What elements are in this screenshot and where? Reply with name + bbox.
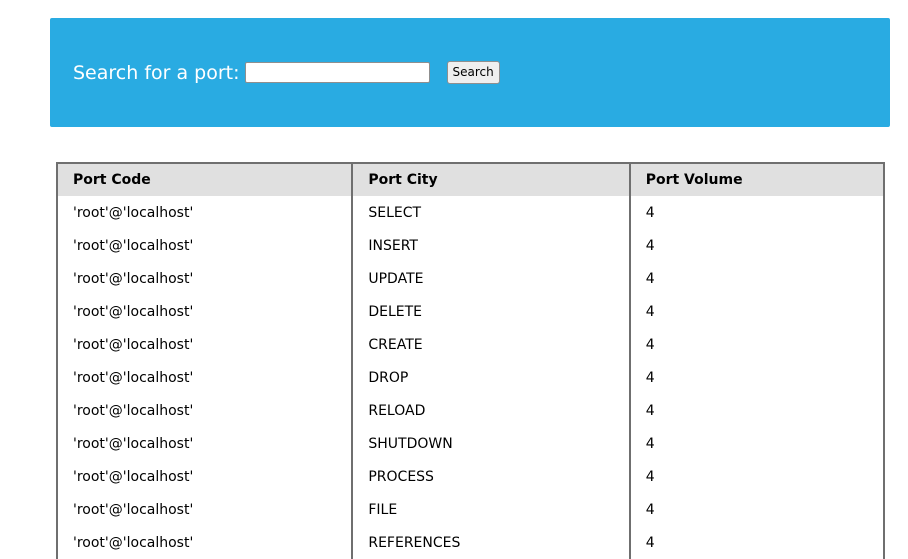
port-city-cell: REFERENCES [351,526,630,559]
port-city-cell: PROCESS [351,460,630,493]
port-city-cell: CREATE [351,328,630,361]
port-volume-cell: 4 [628,394,884,427]
column-header-port-city: Port City [351,163,630,196]
port-city-cell: FILE [351,493,630,526]
port-city-cell: DROP [351,361,630,394]
port-volume-cell: 4 [628,493,884,526]
table-row: 'root'@'localhost' CREATE 4 [57,328,884,361]
search-label: Search for a port: [73,61,240,84]
port-code-cell: 'root'@'localhost' [73,336,194,353]
port-city-cell: UPDATE [351,262,630,295]
port-volume-cell: 4 [628,427,884,460]
port-volume-cell: 4 [628,295,884,328]
table-row: 'root'@'localhost' PROCESS 4 [57,460,884,493]
port-code-cell: 'root'@'localhost' [73,270,194,287]
port-volume-cell: 4 [628,460,884,493]
port-code-cell: 'root'@'localhost' [73,534,194,551]
ports-table: Port Code Port City Port Volume 'root'@'… [56,162,885,559]
search-input[interactable] [244,62,430,83]
port-code-cell: 'root'@'localhost' [73,303,194,320]
port-code-cell: 'root'@'localhost' [73,204,194,221]
table-row: 'root'@'localhost' INSERT 4 [57,229,884,262]
table-row: 'root'@'localhost' SELECT 4 [57,196,884,229]
search-button[interactable]: Search [446,61,500,84]
port-code-cell: 'root'@'localhost' [73,402,194,419]
port-code-cell: 'root'@'localhost' [73,468,194,485]
port-code-cell: 'root'@'localhost' [73,435,194,452]
port-city-cell: INSERT [351,229,630,262]
table-row: 'root'@'localhost' DROP 4 [57,361,884,394]
port-city-cell: SHUTDOWN [351,427,630,460]
column-header-port-volume: Port Volume [628,163,884,196]
table-row: 'root'@'localhost' SHUTDOWN 4 [57,427,884,460]
table-row: 'root'@'localhost' UPDATE 4 [57,262,884,295]
port-city-cell: DELETE [351,295,630,328]
table-row: 'root'@'localhost' DELETE 4 [57,295,884,328]
port-city-cell: SELECT [351,196,630,229]
port-code-cell: 'root'@'localhost' [73,369,194,386]
search-banner: Search for a port: Search [50,18,890,127]
port-volume-cell: 4 [628,328,884,361]
port-volume-cell: 4 [628,196,884,229]
port-volume-cell: 4 [628,526,884,559]
port-volume-cell: 4 [628,262,884,295]
table-header-row: Port Code Port City Port Volume [57,163,884,196]
port-city-cell: RELOAD [351,394,630,427]
port-code-cell: 'root'@'localhost' [73,237,194,254]
column-header-port-code: Port Code [57,163,353,196]
port-volume-cell: 4 [628,229,884,262]
port-code-cell: 'root'@'localhost' [73,501,194,518]
table-row: 'root'@'localhost' FILE 4 [57,493,884,526]
search-form: Search for a port: Search [73,61,500,84]
table-row: 'root'@'localhost' REFERENCES 4 [57,526,884,559]
port-volume-cell: 4 [628,361,884,394]
table-row: 'root'@'localhost' RELOAD 4 [57,394,884,427]
